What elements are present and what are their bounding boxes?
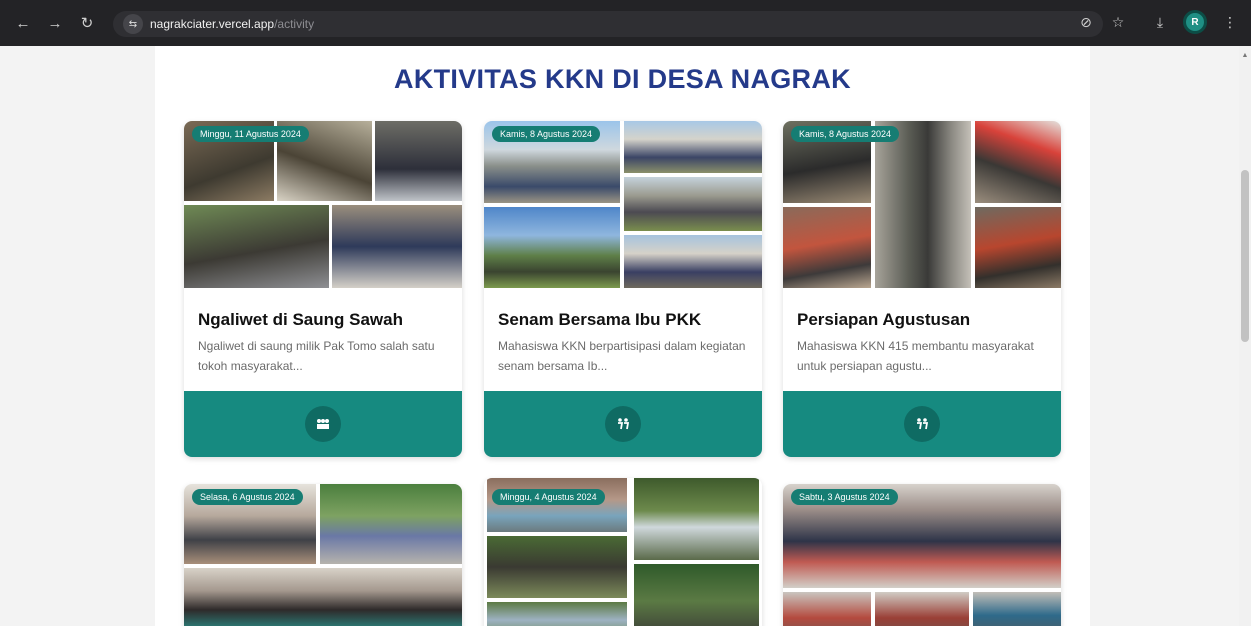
activity-photo: [783, 592, 871, 626]
activity-photo: [624, 235, 762, 288]
activity-photo: [375, 121, 462, 201]
activity-photo: [634, 564, 759, 626]
date-badge: Sabtu, 3 Agustus 2024: [791, 489, 898, 505]
date-badge: Selasa, 6 Agustus 2024: [192, 489, 303, 505]
page-viewport: AKTIVITAS KKN DI DESA NAGRAK Minggu, 11 …: [0, 46, 1251, 626]
date-badge: Minggu, 11 Agustus 2024: [192, 126, 309, 142]
card-footer: [484, 391, 762, 457]
reload-icon[interactable]: ↻: [74, 10, 100, 36]
activity-card[interactable]: Selasa, 6 Agustus 2024: [184, 484, 462, 626]
download-icon[interactable]: ⤓: [1151, 14, 1169, 31]
open-activity-button[interactable]: [904, 406, 940, 442]
activity-card[interactable]: Kamis, 8 Agustus 2024 Senam Bersama Ibu …: [484, 121, 762, 457]
site-info-icon[interactable]: ⇆: [123, 14, 143, 34]
activity-photo: [184, 205, 329, 288]
activity-photo: [634, 478, 759, 560]
photo-collage: Kamis, 8 Agustus 2024: [484, 121, 762, 288]
photo-collage: Kamis, 8 Agustus 2024: [783, 121, 1061, 288]
photo-collage: Sabtu, 3 Agustus 2024: [783, 484, 1061, 626]
card-footer: [184, 391, 462, 457]
activity-photo: [487, 536, 627, 598]
date-badge: Kamis, 8 Agustus 2024: [791, 126, 900, 142]
browser-actions: ⊘ ☆ ⤓ R ⋮: [1077, 10, 1239, 34]
activity-photo: [783, 207, 871, 288]
activity-photo: [484, 207, 620, 288]
photo-collage: Minggu, 4 Agustus 2024: [484, 478, 762, 626]
activity-photo: [875, 592, 969, 626]
card-body: Senam Bersama Ibu PKK Mahasiswa KKN berp…: [484, 288, 762, 391]
activity-card[interactable]: Kamis, 8 Agustus 2024 Persiapan Agustusa…: [783, 121, 1061, 457]
forward-icon[interactable]: →: [42, 10, 68, 36]
star-icon[interactable]: ☆: [1109, 14, 1127, 31]
content-panel: AKTIVITAS KKN DI DESA NAGRAK Minggu, 11 …: [155, 46, 1090, 626]
photo-collage: Minggu, 11 Agustus 2024: [184, 121, 462, 288]
card-description: Ngaliwet di saung milik Pak Tomo salah s…: [198, 339, 435, 373]
card-body: Ngaliwet di Saung Sawah Ngaliwet di saun…: [184, 288, 462, 391]
activity-photo: [973, 592, 1061, 626]
card-title: Senam Bersama Ibu PKK: [498, 310, 702, 329]
group-icon: [317, 419, 329, 429]
open-activity-button[interactable]: [305, 406, 341, 442]
scrollbar-thumb[interactable]: [1241, 170, 1249, 342]
activity-photo: [975, 121, 1061, 203]
url-path: /activity: [274, 17, 315, 31]
activity-photo: [320, 484, 462, 564]
eye-off-icon[interactable]: ⊘: [1077, 14, 1095, 31]
activity-photo: [487, 602, 627, 626]
activity-card[interactable]: Minggu, 4 Agustus 2024: [484, 478, 762, 626]
card-title: Persiapan Agustusan: [797, 310, 971, 329]
card-description: Mahasiswa KKN berpartisipasi dalam kegia…: [498, 339, 746, 373]
card-footer: [783, 391, 1061, 457]
photo-collage: Selasa, 6 Agustus 2024: [184, 484, 462, 626]
card-body: Persiapan Agustusan Mahasiswa KKN 415 me…: [783, 288, 1061, 391]
date-badge: Minggu, 4 Agustus 2024: [492, 489, 605, 505]
activity-photo: [875, 121, 971, 288]
activity-card[interactable]: Sabtu, 3 Agustus 2024: [783, 484, 1061, 626]
back-icon[interactable]: ←: [10, 10, 36, 36]
url-host: nagrakciater.vercel.app: [150, 17, 275, 31]
activity-card[interactable]: Minggu, 11 Agustus 2024 Ngaliwet di Saun…: [184, 121, 462, 457]
activity-photo: [487, 478, 627, 532]
activity-photo: [624, 177, 762, 231]
activity-photo: [184, 568, 462, 626]
people-icon: [917, 418, 929, 430]
menu-icon[interactable]: ⋮: [1221, 14, 1239, 31]
running-icon: [618, 418, 630, 430]
date-badge: Kamis, 8 Agustus 2024: [492, 126, 601, 142]
browser-toolbar: ← → ↻ ⇆ nagrakciater.vercel.app/activity…: [0, 0, 1251, 46]
activity-photo: [975, 207, 1061, 288]
scroll-up-icon[interactable]: ▲: [1241, 52, 1249, 59]
activity-photo: [332, 205, 462, 288]
card-title: Ngaliwet di Saung Sawah: [198, 310, 403, 329]
card-description: Mahasiswa KKN 415 membantu masyarakat un…: [797, 339, 1034, 373]
page-scrollbar[interactable]: ▲: [1239, 46, 1251, 626]
open-activity-button[interactable]: [605, 406, 641, 442]
profile-avatar[interactable]: R: [1183, 10, 1207, 34]
address-bar[interactable]: ⇆ nagrakciater.vercel.app/activity: [113, 11, 1103, 37]
activity-photo: [624, 121, 762, 173]
page-title: AKTIVITAS KKN DI DESA NAGRAK: [394, 64, 851, 94]
